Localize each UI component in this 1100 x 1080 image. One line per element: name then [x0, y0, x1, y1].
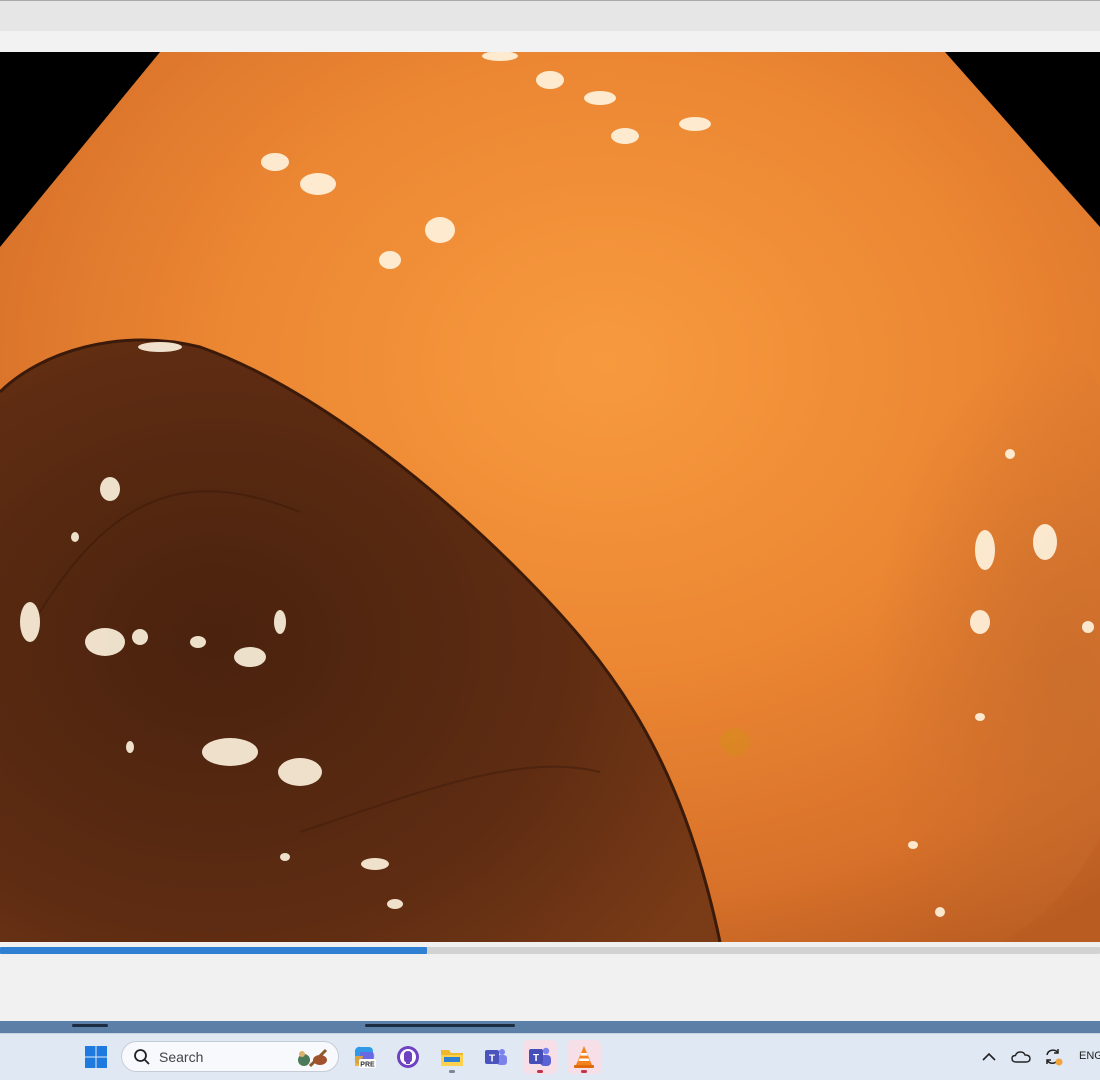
teams-icon: T: [529, 1047, 551, 1066]
search-icon: [134, 1048, 150, 1065]
sync-icon: [1046, 1049, 1063, 1066]
windows-start-icon: [85, 1046, 107, 1068]
teams-classic-button[interactable]: T: [479, 1040, 513, 1074]
github-desktop-button[interactable]: [391, 1040, 425, 1074]
desktop-shadow: [365, 1024, 515, 1027]
seek-progress: [0, 947, 427, 954]
chevron-up-icon: [982, 1052, 996, 1061]
copilot-pre-icon: PRE: [354, 1046, 376, 1069]
onedrive-button[interactable]: [1010, 1040, 1032, 1074]
seek-bar[interactable]: [0, 944, 1100, 958]
search-highlight-icon: [298, 1048, 328, 1067]
tray-overflow-button[interactable]: [978, 1040, 1000, 1074]
onedrive-icon: [1011, 1051, 1031, 1063]
teams-classic-icon: T: [485, 1049, 507, 1065]
taskbar: PRE T T: [0, 1033, 1100, 1080]
start-button[interactable]: [79, 1040, 113, 1074]
running-indicator: [581, 1070, 587, 1073]
sync-status-button[interactable]: [1042, 1040, 1064, 1074]
svg-text:T: T: [489, 1054, 495, 1065]
window-titlebar[interactable]: [0, 0, 1100, 31]
svg-text:T: T: [533, 1053, 539, 1064]
seek-track[interactable]: [0, 947, 1100, 954]
copilot-button[interactable]: PRE: [347, 1040, 381, 1074]
desktop-background-strip: [0, 1021, 1100, 1033]
svg-text:PRE: PRE: [360, 1062, 375, 1069]
running-indicator: [449, 1070, 455, 1073]
search-input[interactable]: [157, 1047, 281, 1066]
input-language-indicator[interactable]: ENG: [1079, 1050, 1100, 1062]
running-indicator: [537, 1070, 543, 1073]
vlc-button[interactable]: [567, 1040, 601, 1074]
file-explorer-icon: [441, 1050, 463, 1066]
taskbar-search[interactable]: [121, 1041, 339, 1072]
github-desktop-icon: [397, 1046, 419, 1068]
window-menubar: [0, 31, 1100, 52]
video-frame[interactable]: [0, 52, 1100, 942]
player-controls-area: [0, 958, 1100, 1022]
vlc-icon: [574, 1046, 594, 1068]
endoscopy-video-image: [0, 52, 1100, 942]
file-explorer-button[interactable]: [435, 1040, 469, 1074]
teams-button[interactable]: T: [523, 1040, 557, 1074]
desktop-shadow: [72, 1024, 108, 1027]
